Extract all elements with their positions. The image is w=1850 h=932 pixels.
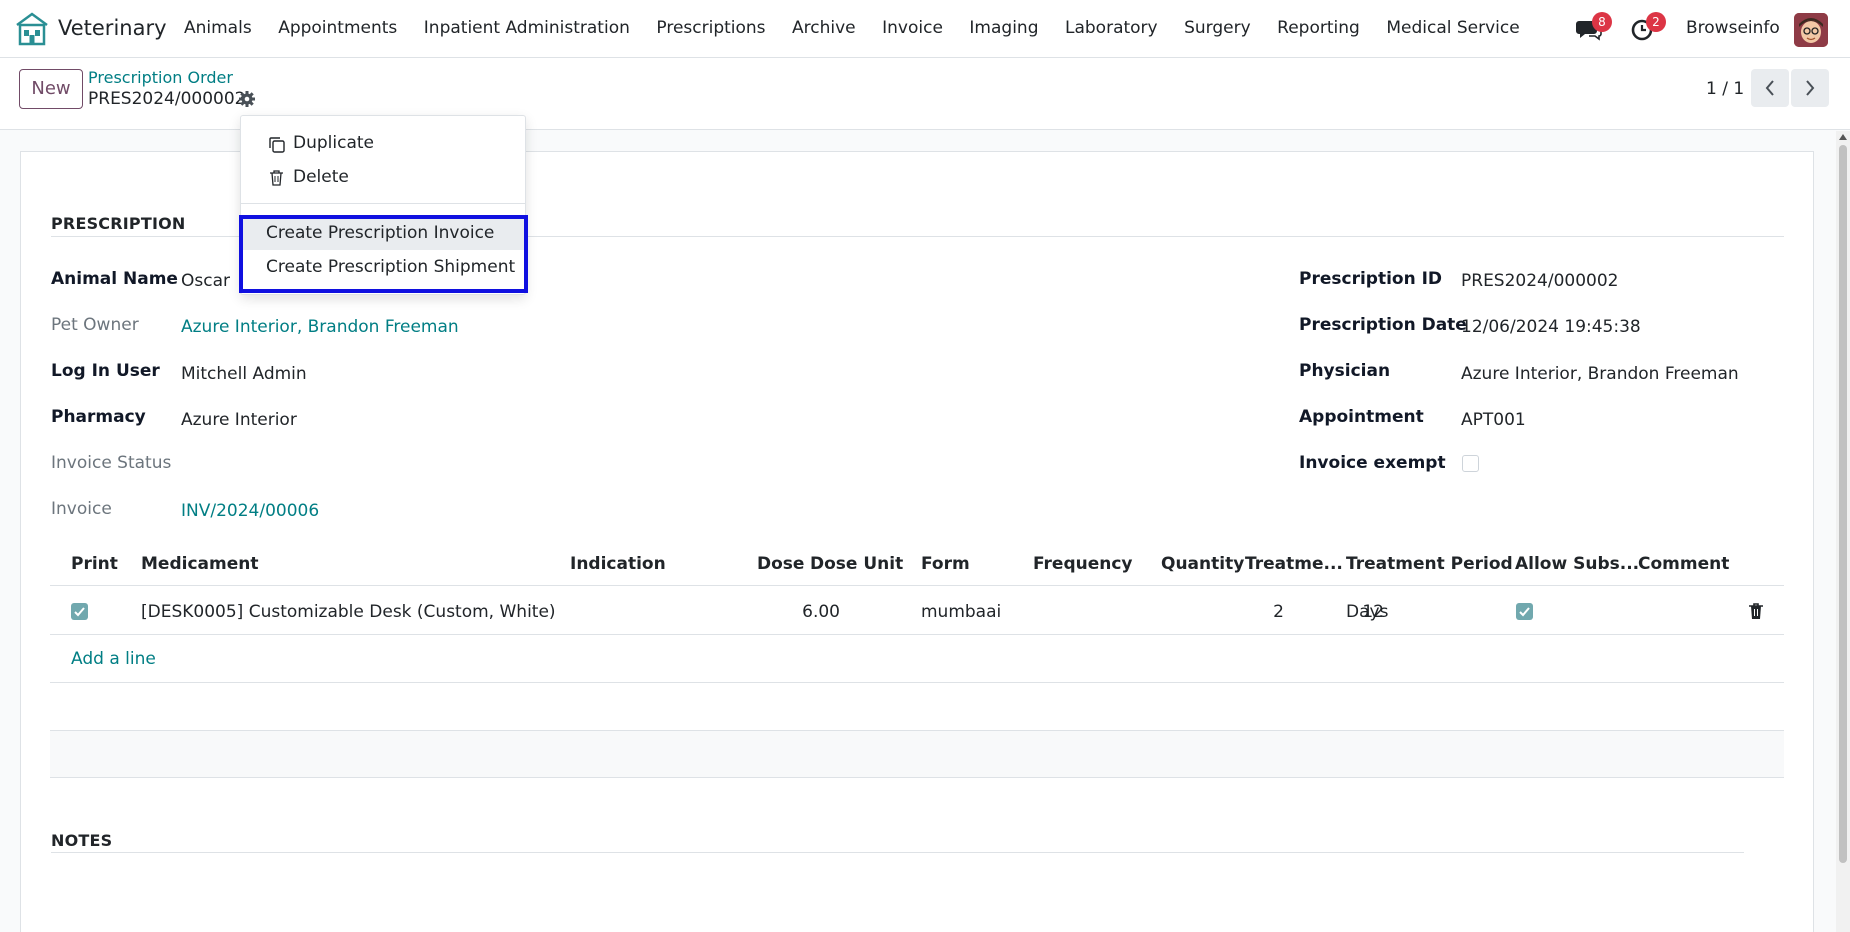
menu-reporting[interactable]: Reporting [1277, 18, 1360, 38]
breadcrumb-parent-link[interactable]: Prescription Order [88, 68, 233, 87]
main-menu: Animals Appointments Inpatient Administr… [184, 18, 1546, 38]
pet-owner-field[interactable]: Azure Interior, Brandon Freeman [181, 317, 459, 337]
invoice-label: Invoice [51, 499, 112, 519]
menu-imaging[interactable]: Imaging [969, 18, 1038, 38]
new-button[interactable]: New [19, 69, 83, 109]
column-indication[interactable]: Indication [570, 554, 666, 574]
pager-next-button[interactable] [1791, 69, 1829, 107]
allow-substitution-checkbox[interactable] [1516, 603, 1533, 620]
column-treatment-period[interactable]: Treatment Period [1346, 554, 1513, 574]
app-name[interactable]: Veterinary [58, 16, 167, 40]
invoice-status-label: Invoice Status [51, 453, 172, 473]
breadcrumb-current: PRES2024/000002 [88, 89, 246, 109]
prescription-id-field[interactable]: PRES2024/000002 [1461, 271, 1618, 291]
menu-laboratory[interactable]: Laboratory [1065, 18, 1158, 38]
column-comment[interactable]: Comment [1638, 554, 1729, 574]
menu-prescriptions[interactable]: Prescriptions [656, 18, 765, 38]
treatment-period-cell[interactable]: Days [1346, 602, 1388, 622]
top-navbar: Veterinary Animals Appointments Inpatien… [0, 0, 1850, 58]
pharmacy-label: Pharmacy [51, 407, 146, 427]
company-name[interactable]: Browseinfo [1686, 18, 1780, 38]
notes-section-title: NOTES [51, 831, 113, 850]
pager-previous-button[interactable] [1751, 69, 1789, 107]
column-frequency[interactable]: Frequency [1033, 554, 1133, 574]
table-row-divider [50, 682, 1784, 683]
pet-owner-label: Pet Owner [51, 315, 139, 335]
user-avatar[interactable] [1794, 13, 1828, 47]
delete-menu-item[interactable]: Delete [241, 160, 525, 194]
column-treatment[interactable]: Treatme... [1245, 554, 1343, 574]
prescription-section-title: PRESCRIPTION [51, 214, 186, 233]
menu-animals[interactable]: Animals [184, 18, 252, 38]
duplicate-icon [269, 137, 285, 153]
invoice-exempt-checkbox[interactable] [1462, 455, 1479, 472]
page-scrollbar[interactable] [1836, 131, 1850, 932]
pharmacy-field[interactable]: Azure Interior [181, 410, 297, 430]
duplicate-label: Duplicate [293, 133, 374, 153]
scroll-up-arrow-icon[interactable] [1839, 134, 1847, 140]
veterinary-app-icon[interactable] [14, 11, 50, 47]
column-form[interactable]: Form [921, 554, 970, 574]
log-in-user-field[interactable]: Mitchell Admin [181, 364, 307, 384]
chevron-right-icon [1806, 80, 1815, 96]
section-divider [51, 852, 1744, 853]
menu-surgery[interactable]: Surgery [1184, 18, 1251, 38]
messages-badge: 8 [1592, 12, 1612, 32]
menu-medical-service[interactable]: Medical Service [1386, 18, 1519, 38]
print-checkbox[interactable] [71, 603, 88, 620]
animal-name-label: Animal Name [51, 269, 178, 289]
column-medicament[interactable]: Medicament [141, 554, 258, 574]
form-cell[interactable]: mumbaai [921, 602, 1001, 622]
trash-icon[interactable] [1748, 602, 1764, 620]
menu-inpatient-administration[interactable]: Inpatient Administration [424, 18, 630, 38]
dropdown-divider [241, 203, 525, 204]
checkmark-icon [1519, 607, 1530, 617]
annotation-highlight-box [239, 215, 528, 293]
empty-table-row [50, 731, 1784, 778]
add-a-line-link[interactable]: Add a line [71, 649, 156, 669]
invoice-link[interactable]: INV/2024/00006 [181, 501, 319, 521]
activities-badge: 2 [1646, 12, 1666, 32]
delete-label: Delete [293, 167, 349, 187]
table-row[interactable]: [DESK0005] Customizable Desk (Custom, Wh… [50, 587, 1784, 635]
column-allow-substitution[interactable]: Allow Subs... [1515, 554, 1639, 574]
quantity-cell[interactable]: 2 [1273, 602, 1284, 622]
menu-appointments[interactable]: Appointments [278, 18, 397, 38]
animal-name-field[interactable]: Oscar [181, 271, 230, 291]
physician-label: Physician [1299, 361, 1391, 381]
menu-archive[interactable]: Archive [792, 18, 856, 38]
invoice-exempt-label: Invoice exempt [1299, 453, 1446, 473]
chevron-left-icon [1765, 80, 1774, 96]
column-print[interactable]: Print [71, 554, 118, 574]
gear-icon[interactable] [238, 90, 256, 108]
column-dose-unit[interactable]: Dose Unit [810, 554, 903, 574]
dose-cell[interactable]: 6.00 [802, 602, 840, 622]
pager-value[interactable]: 1 / 1 [1706, 79, 1744, 99]
trash-icon [270, 170, 283, 186]
column-quantity[interactable]: Quantity [1161, 554, 1244, 574]
log-in-user-label: Log In User [51, 361, 160, 381]
appointment-field[interactable]: APT001 [1461, 410, 1526, 430]
physician-field[interactable]: Azure Interior, Brandon Freeman [1461, 364, 1739, 384]
prescription-lines-table-header: Print Medicament Indication Dose Dose Un… [50, 544, 1784, 586]
prescription-date-field[interactable]: 12/06/2024 19:45:38 [1461, 317, 1641, 337]
checkmark-icon [74, 607, 85, 617]
medicament-cell[interactable]: [DESK0005] Customizable Desk (Custom, Wh… [141, 602, 556, 622]
prescription-date-label: Prescription Date [1299, 315, 1467, 335]
prescription-id-label: Prescription ID [1299, 269, 1443, 289]
scrollbar-thumb[interactable] [1839, 145, 1847, 863]
appointment-label: Appointment [1299, 407, 1424, 427]
column-dose[interactable]: Dose [757, 554, 804, 574]
duplicate-menu-item[interactable]: Duplicate [241, 126, 525, 160]
menu-invoice[interactable]: Invoice [882, 18, 943, 38]
